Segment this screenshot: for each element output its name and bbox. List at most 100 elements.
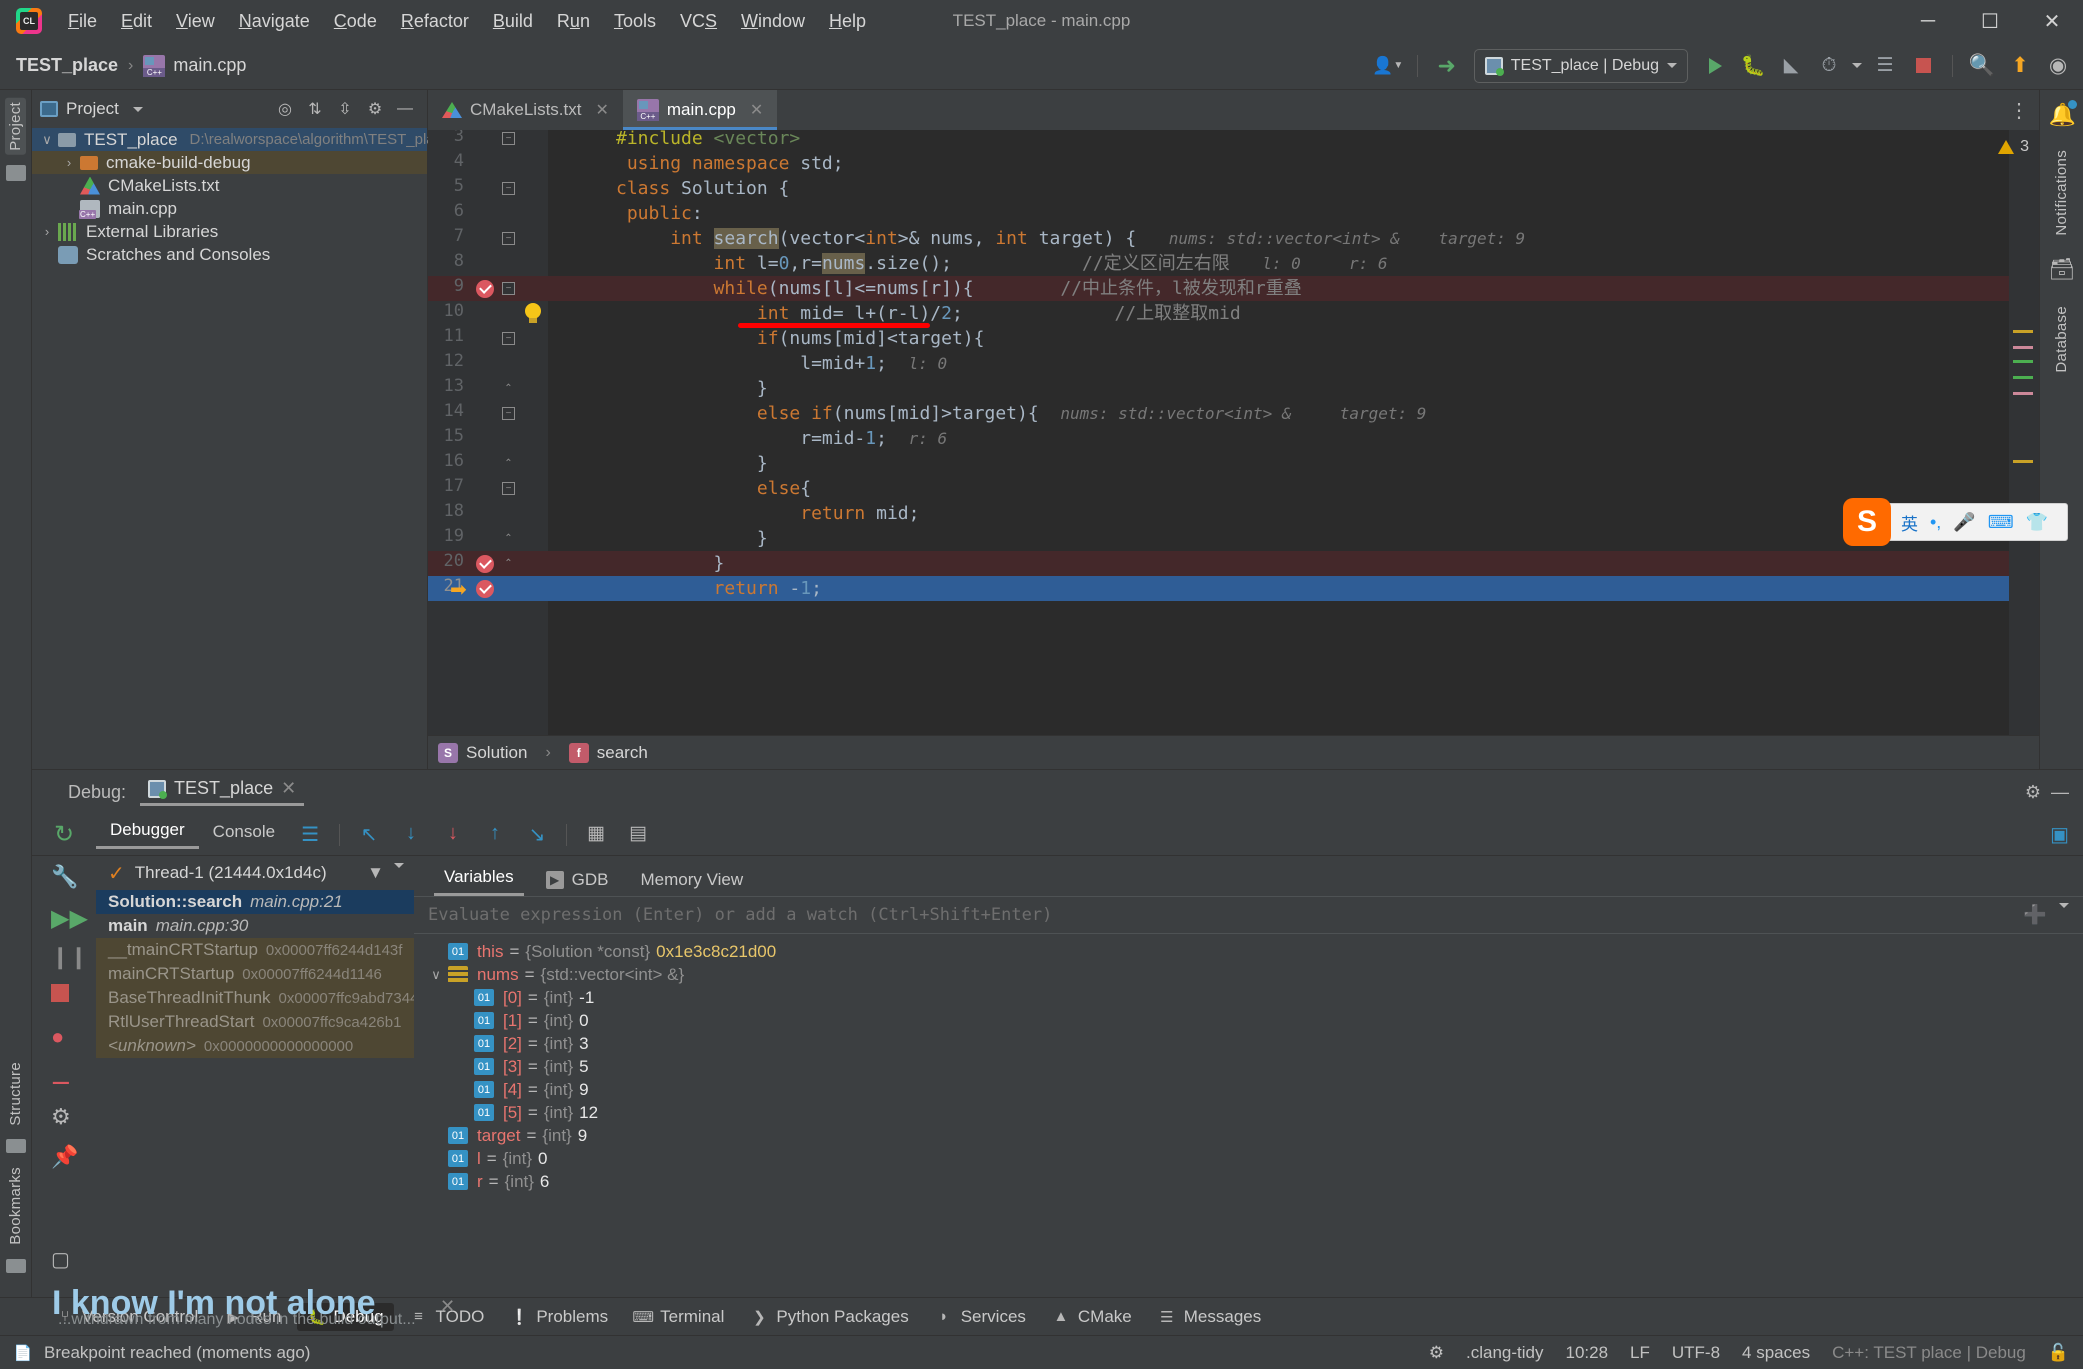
menu-vcs[interactable]: VCS (668, 7, 729, 36)
breakpoint-icon[interactable] (476, 280, 494, 298)
user-account-icon[interactable]: 👤 ▼ (1371, 49, 1405, 83)
variable-row[interactable]: 01 [4] = {int} 9 (414, 1078, 2083, 1101)
menu-file[interactable]: File (56, 7, 109, 36)
breadcrumb-function-label[interactable]: search (597, 743, 648, 763)
menu-refactor[interactable]: Refactor (389, 7, 481, 36)
inspection-widget[interactable]: 3 (1990, 132, 2037, 162)
tree-item[interactable]: ∨ TEST_place D:\realworspace\algorithm\TES… (32, 128, 451, 151)
code-fold-icon[interactable]: ⌃ (502, 457, 515, 470)
intention-bulb-icon[interactable] (524, 303, 542, 325)
menu-tools[interactable]: Tools (602, 7, 668, 36)
chevron-down-icon[interactable] (394, 863, 404, 868)
editor-gutter[interactable]: 3 − 4 5 − 6 7 − 8 9 − 10 11 − 12 13 ⌃ 14 − 15 16 ⌃ 17 − 18 19 ⌃ 20 ⌃… (428, 130, 548, 735)
skin-icon[interactable]: 👕 (2026, 512, 2048, 533)
force-step-into-icon[interactable]: ↓ (438, 822, 468, 848)
tree-item[interactable]: Scratches and Consoles (32, 243, 427, 266)
stop-button[interactable] (1906, 49, 1940, 83)
debug-button[interactable]: 🐛 (1736, 49, 1770, 83)
filter-icon[interactable]: ▼ (367, 863, 384, 883)
tab-console[interactable]: Console (199, 822, 289, 848)
hide-icon[interactable]: ▢ (51, 1247, 77, 1273)
bookmark-icon[interactable] (5, 1259, 26, 1273)
code-fold-icon[interactable]: − (502, 407, 515, 420)
menu-build[interactable]: Build (481, 7, 545, 36)
breakpoint-icon[interactable] (476, 580, 494, 598)
code-fold-icon[interactable]: − (502, 132, 515, 145)
breadcrumb-file[interactable]: main.cpp (143, 54, 246, 77)
code-line[interactable]: int l=0,r=nums.size(); //定义区间左右限 l: 0 r:… (548, 251, 2009, 276)
commit-icon[interactable] (5, 164, 26, 181)
tree-item[interactable]: CMakeLists.txt (32, 174, 427, 197)
code-line[interactable]: class Solution { (548, 176, 2009, 201)
feedback-icon[interactable]: ◉ (2041, 49, 2075, 83)
variable-row[interactable]: 01 [5] = {int} 12 (414, 1101, 2083, 1124)
run-to-cursor-icon[interactable]: ↘ (522, 822, 552, 848)
tab-debugger[interactable]: Debugger (96, 820, 199, 849)
code-line[interactable]: } (548, 376, 2009, 401)
code-line[interactable]: while(nums[l]<=nums[r]){ //中止条件，l被发现和r重叠 (548, 276, 2009, 301)
restore-layout-icon[interactable]: ▣ (2050, 822, 2083, 847)
code-fold-icon[interactable]: − (502, 482, 515, 495)
code-line[interactable]: else if(nums[mid]>target){ nums: std::ve… (548, 401, 2009, 426)
build-hammer-icon[interactable]: ➜ (1430, 49, 1464, 83)
status-item[interactable]: 10:28 (1565, 1343, 1608, 1363)
rerun-button[interactable]: ↻ (32, 820, 96, 849)
code-line[interactable]: public: (548, 201, 2009, 226)
chevron-down-icon[interactable] (132, 106, 143, 112)
search-everywhere-icon[interactable]: 🔍 (1965, 49, 1999, 83)
sogou-ime-overlay[interactable]: S 英 •, 🎤 ⌨ 👕 (1843, 498, 2068, 546)
tree-twisty[interactable]: ∨ (36, 132, 58, 148)
code-fold-icon[interactable]: ⌃ (502, 382, 515, 395)
tab-variables[interactable]: Variables (434, 867, 524, 896)
status-item[interactable]: LF (1630, 1343, 1650, 1363)
code-fold-icon[interactable]: ⌃ (502, 532, 515, 545)
variable-row[interactable]: ∨ nums = {std::vector<int> &} (414, 963, 2083, 986)
tab-gdb[interactable]: ▶ GDB (536, 870, 619, 896)
keyboard-icon[interactable]: ⌨ (1988, 512, 2014, 533)
error-stripe[interactable]: 3 (1998, 130, 2039, 735)
settings-gear-icon[interactable]: ⚙ (361, 95, 389, 123)
toolwindow-cmake[interactable]: ▲ CMake (1042, 1303, 1142, 1331)
settings-gear-icon[interactable]: ⚙ (2025, 782, 2041, 803)
variable-row[interactable]: 01 l = {int} 0 (414, 1147, 2083, 1170)
code-line[interactable]: r=mid-1; r: 6 (548, 426, 2009, 451)
attach-to-process-button[interactable]: ☰ (1868, 49, 1902, 83)
editor-tab-maincpp[interactable]: main.cpp ✕ (622, 90, 778, 130)
code-line[interactable]: l=mid+1; l: 0 (548, 351, 2009, 376)
code-line[interactable]: if(nums[mid]<target){ (548, 326, 2009, 351)
frame-row[interactable]: mainCRTStartup 0x00007ff6244d1146 (96, 962, 414, 986)
variable-row[interactable]: 01 target = {int} 9 (414, 1124, 2083, 1147)
run-with-coverage-button[interactable]: ◣ (1774, 49, 1808, 83)
variable-row[interactable]: 01 this = {Solution *const} 0x1e3c8c21d00 (414, 940, 2083, 963)
editor-tab-options[interactable]: ⋮ (2009, 90, 2039, 130)
toolwindow-messages[interactable]: ☰ Messages (1148, 1303, 1271, 1331)
code-line[interactable]: #include <vector> (548, 130, 2009, 151)
ime-mode-label[interactable]: 英 (1901, 510, 1918, 535)
status-item[interactable]: .clang-tidy (1466, 1343, 1543, 1363)
code-line[interactable]: else{ (548, 476, 2009, 501)
breadcrumb-project[interactable]: TEST_place (16, 55, 118, 76)
thread-selector[interactable]: ✓ Thread-1 (21444.0x1d4c) ▼ (96, 856, 414, 890)
mute-breakpoints-icon[interactable]: ⚊ (51, 1064, 77, 1090)
status-item[interactable]: 🔓 (2048, 1343, 2069, 1363)
profile-button[interactable]: ⏱ (1812, 49, 1846, 83)
resume-program-icon[interactable]: ▶▶ (51, 904, 88, 932)
variable-row[interactable]: 01 r = {int} 6 (414, 1170, 2083, 1193)
menu-edit[interactable]: Edit (109, 7, 164, 36)
tree-item[interactable]: › cmake-build-debug (32, 151, 427, 174)
code-area[interactable]: #include <vector> using namespace std; cl… (548, 130, 2009, 735)
step-out-icon[interactable]: ↑ (480, 822, 510, 848)
database-icon[interactable]: 🗃 (2049, 258, 2076, 284)
breakpoint-icon[interactable] (476, 555, 494, 573)
menu-view[interactable]: View (164, 7, 227, 36)
frame-row[interactable]: __tmainCRTStartup 0x00007ff6244d143f (96, 938, 414, 962)
frame-row[interactable]: BaseThreadInitThunk 0x00007ffc9abd7344 (96, 986, 418, 1010)
step-over-icon[interactable]: ↖ (354, 822, 384, 848)
code-line[interactable]: return -1; (548, 576, 2009, 601)
close-icon[interactable]: ✕ (595, 100, 608, 120)
add-watch-icon[interactable]: ➕ (2023, 903, 2047, 927)
code-fold-icon[interactable]: ⌃ (502, 557, 515, 570)
toolwindow-python-packages[interactable]: ❯ Python Packages (740, 1303, 918, 1331)
sidebar-item-notifications[interactable]: Notifications (2051, 146, 2072, 240)
code-fold-icon[interactable]: − (502, 282, 515, 295)
